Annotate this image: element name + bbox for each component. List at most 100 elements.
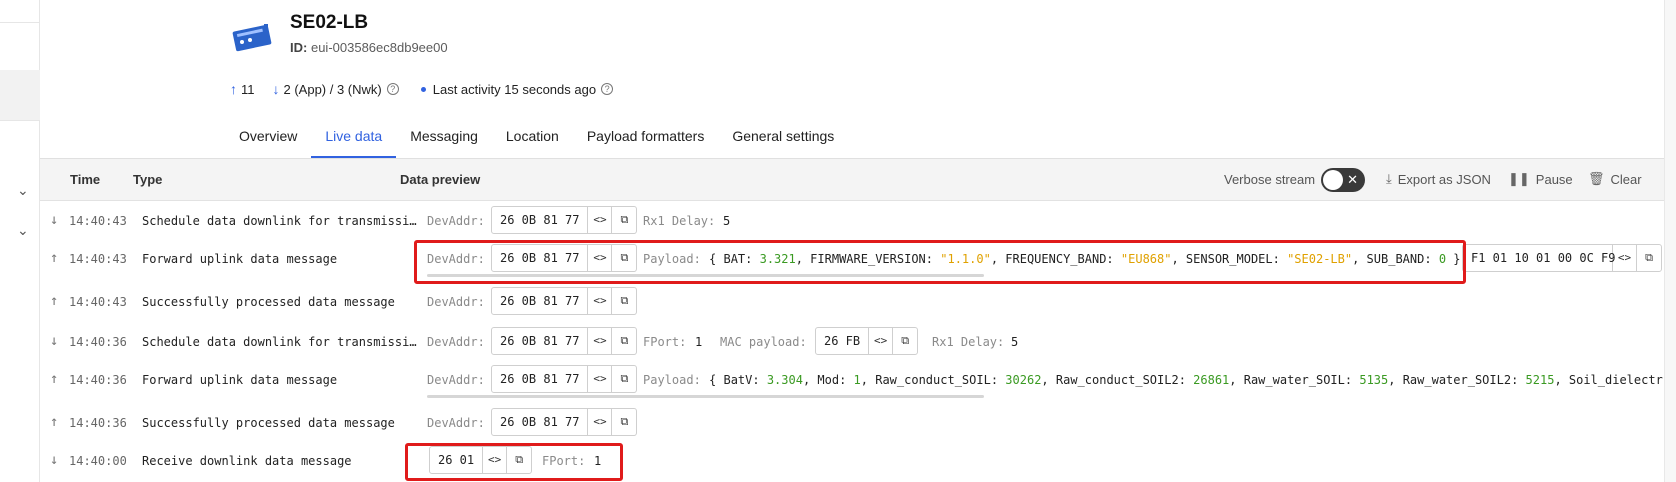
event-type: Successfully processed data message	[142, 416, 395, 430]
devaddr-label: DevAddr:	[427, 373, 485, 387]
devaddr-value: 26 0B 81 77	[492, 409, 589, 435]
clear-button[interactable]: 🗑 Clear	[1588, 171, 1642, 187]
event-row[interactable]: ↓ 14:40:36 Schedule data downlink for tr…	[40, 323, 1664, 361]
copy-icon[interactable]: ⧉	[612, 288, 636, 314]
event-time: 14:40:43	[69, 214, 127, 228]
code-toggle-icon[interactable]: <>	[588, 288, 613, 314]
pause-icon: ❚❚	[1508, 171, 1530, 186]
code-toggle-icon[interactable]: <>	[588, 409, 613, 435]
tab-messaging[interactable]: Messaging	[396, 118, 492, 158]
fport-value: 1	[695, 335, 703, 349]
payload-key: , Raw_conduct_SOIL2:	[1041, 373, 1186, 387]
tab-location[interactable]: Location	[492, 118, 573, 158]
fport-label: FPort:	[643, 335, 687, 349]
code-toggle-icon[interactable]: <>	[869, 328, 894, 354]
close-icon: ✕	[1347, 172, 1358, 187]
devaddr-label: DevAddr:	[427, 416, 485, 430]
devaddr-field: 26 0B 81 77 <> ⧉	[491, 206, 638, 234]
sidebar-active-item[interactable]	[0, 70, 40, 120]
help-icon[interactable]: ?	[601, 83, 614, 95]
event-time: 14:40:36	[69, 373, 127, 387]
payload-value: 1	[853, 373, 861, 387]
event-type: Receive downlink data message	[142, 454, 352, 468]
code-toggle-icon[interactable]: <>	[588, 366, 613, 392]
arrow-down-icon: ↓	[50, 333, 59, 349]
copy-icon[interactable]: ⧉	[1637, 245, 1661, 271]
event-row[interactable]: ↓ 14:40:00 Receive downlink data message…	[40, 442, 1664, 480]
mac-payload-value: 26 FB	[816, 328, 870, 354]
devaddr-label: DevAddr:	[427, 214, 485, 228]
tab-overview[interactable]: Overview	[225, 118, 311, 158]
highlight-box	[405, 443, 623, 481]
raw-payload-field: F1 01 10 01 00 0C F9 <> ⧉	[1462, 244, 1662, 272]
event-type: Forward uplink data message	[142, 252, 338, 266]
uplink-count: 11	[241, 81, 255, 97]
code-toggle-icon[interactable]: <>	[1613, 245, 1637, 271]
mac-payload-field: 26 FB <> ⧉	[815, 327, 919, 355]
event-row[interactable]: ↓ 14:40:43 Schedule data downlink for tr…	[40, 202, 1664, 240]
devaddr-field: 26 0B 81 77 <> ⧉	[491, 327, 638, 355]
live-data-header: Time Type Data preview Verbose stream ✕ …	[40, 159, 1664, 201]
horizontal-scrollbar[interactable]	[427, 395, 984, 398]
rx1-delay-label: Rx1 Delay:	[643, 214, 716, 228]
devaddr-field: 26 0B 81 77 <> ⧉	[491, 287, 638, 315]
raw-payload-value: F1 01 10 01 00 0C F9	[1463, 245, 1616, 271]
arrow-up-icon: ↑	[230, 81, 237, 97]
copy-icon[interactable]: ⧉	[612, 409, 636, 435]
chevron-down-icon[interactable]: ⌄	[17, 222, 29, 239]
device-id-value: eui-003586ec8db9ee00	[310, 40, 448, 55]
help-icon[interactable]: ?	[386, 83, 399, 95]
payload-value: 5215	[1525, 373, 1555, 387]
sidebar-divider	[0, 22, 40, 23]
status-dot-icon	[420, 86, 426, 92]
pause-label: Pause	[1535, 171, 1573, 187]
arrow-up-icon: ↑	[50, 371, 59, 387]
export-json-label: Export as JSON	[1397, 171, 1491, 187]
event-row[interactable]: ↑ 14:40:36 Successfully processed data m…	[40, 404, 1664, 442]
tab-live-data[interactable]: Live data	[311, 118, 397, 158]
arrow-up-icon: ↑	[50, 414, 59, 430]
event-row[interactable]: ↑ 14:40:43 Successfully processed data m…	[40, 283, 1664, 321]
arrow-up-icon: ↑	[50, 293, 59, 309]
payload-value: 3.304	[766, 373, 803, 387]
payload-label: Payload:	[643, 373, 701, 387]
highlight-box	[414, 240, 1466, 284]
code-toggle-icon[interactable]: <>	[588, 328, 613, 354]
payload-key: , Raw_water_SOIL:	[1229, 373, 1353, 387]
copy-icon[interactable]: ⧉	[612, 366, 636, 392]
mac-payload-label: MAC payload:	[720, 335, 807, 349]
devaddr-value: 26 0B 81 77	[492, 207, 589, 233]
sidebar-divider	[0, 120, 40, 121]
arrow-down-icon: ↓	[50, 452, 59, 468]
brace: {	[709, 373, 717, 387]
clear-label: Clear	[1610, 171, 1642, 187]
devaddr-value: 26 0B 81 77	[492, 328, 589, 354]
arrow-up-icon: ↑	[50, 250, 59, 266]
event-type: Successfully processed data message	[142, 295, 395, 309]
export-json-button[interactable]: ⤓ Export as JSON	[1386, 171, 1491, 187]
last-activity: Last activity 15 seconds ago	[432, 81, 597, 97]
event-time: 14:40:43	[69, 295, 127, 309]
column-header-type: Type	[133, 172, 163, 187]
chevron-down-icon[interactable]: ⌄	[17, 182, 29, 199]
event-row[interactable]: ↑ 14:40:36 Forward uplink data message D…	[40, 361, 1664, 399]
pause-button[interactable]: ❚❚ Pause	[1508, 171, 1573, 187]
tab-payload-formatters[interactable]: Payload formatters	[573, 118, 719, 158]
code-toggle-icon[interactable]: <>	[588, 207, 613, 233]
payload-value: 5135	[1359, 373, 1389, 387]
devaddr-field: 26 0B 81 77 <> ⧉	[491, 408, 638, 436]
payload-key: , Mod:	[802, 373, 847, 387]
copy-icon[interactable]: ⧉	[612, 328, 636, 354]
verbose-stream-toggle[interactable]: ✕	[1321, 168, 1365, 192]
arrow-down-icon: ↓	[272, 81, 280, 97]
payload-value: 30262	[1005, 373, 1042, 387]
downlink-count: 2 (App) / 3 (Nwk)	[283, 81, 382, 97]
copy-icon[interactable]: ⧉	[893, 328, 917, 354]
copy-icon[interactable]: ⧉	[612, 207, 636, 233]
page-scrollbar[interactable]	[1664, 0, 1676, 482]
tab-general-settings[interactable]: General settings	[718, 118, 848, 158]
devaddr-label: DevAddr:	[427, 295, 485, 309]
device-id-label: ID:	[290, 40, 308, 55]
devaddr-value: 26 0B 81 77	[492, 288, 589, 314]
toggle-knob	[1323, 170, 1343, 190]
